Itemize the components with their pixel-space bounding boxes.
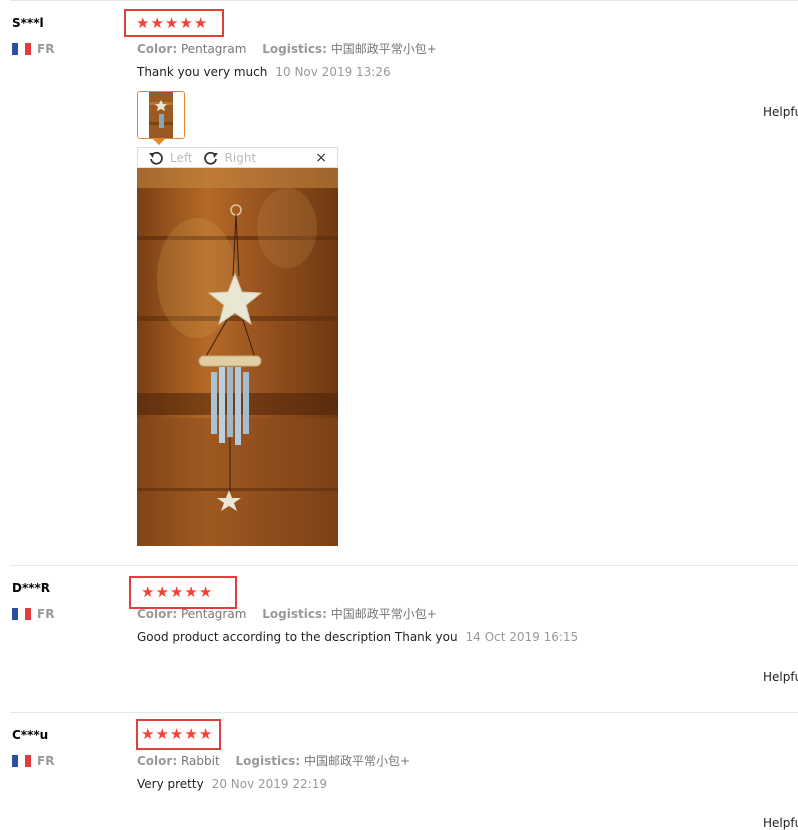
country-code: FR bbox=[37, 754, 55, 768]
review-attributes: Color: Pentagram Logistics: 中国邮政平常小包+ bbox=[137, 605, 449, 622]
review-comment: Thank you very much 10 Nov 2019 13:26 bbox=[137, 65, 391, 79]
logistics-label: Logistics: bbox=[235, 754, 301, 768]
star-icon: ★ bbox=[184, 583, 198, 601]
star-icon: ★ bbox=[141, 725, 155, 743]
review-photo-enlarged bbox=[137, 168, 338, 546]
star-icon: ★ bbox=[150, 13, 164, 32]
review-separator bbox=[10, 565, 798, 566]
reviewer-country: FR bbox=[12, 42, 54, 56]
country-code: FR bbox=[37, 607, 55, 621]
close-icon[interactable]: × bbox=[315, 150, 327, 166]
logistics-label: Logistics: bbox=[262, 607, 327, 621]
reviewer-name: S***l bbox=[12, 16, 44, 30]
rotate-right-button[interactable]: Right bbox=[203, 150, 257, 166]
star-icon: ★ bbox=[141, 583, 155, 601]
star-icon: ★ bbox=[198, 583, 213, 601]
review-date: 14 Oct 2019 16:15 bbox=[465, 630, 579, 644]
rotate-left-icon bbox=[149, 151, 163, 165]
comment-text: Very pretty bbox=[137, 777, 204, 791]
rotate-right-icon bbox=[203, 151, 218, 165]
review-attributes: Color: Rabbit Logistics: 中国邮政平常小包+ bbox=[137, 752, 422, 769]
review-photo-thumbnail[interactable] bbox=[137, 91, 185, 139]
star-icon: ★ bbox=[184, 725, 198, 743]
flag-fr-icon bbox=[12, 755, 31, 767]
color-value: Rabbit bbox=[180, 754, 220, 768]
reviewer-name: D***R bbox=[12, 581, 51, 595]
rotate-left-button[interactable]: Left bbox=[148, 150, 193, 166]
reviewer-country: FR bbox=[12, 607, 54, 621]
review-comment: Very pretty 20 Nov 2019 22:19 bbox=[137, 777, 327, 791]
star-icon: ★ bbox=[136, 13, 150, 32]
review-date: 20 Nov 2019 22:19 bbox=[211, 777, 327, 791]
logistics-value: 中国邮政平常小包+ bbox=[330, 42, 437, 56]
review-separator bbox=[10, 0, 798, 1]
country-code: FR bbox=[37, 42, 55, 56]
image-viewer-toolbar: Left Right × bbox=[137, 147, 338, 168]
star-icon: ★ bbox=[198, 725, 213, 743]
review-comment: Good product according to the descriptio… bbox=[137, 630, 578, 644]
reviewer-country: FR bbox=[12, 754, 54, 768]
review-attributes: Color: Pentagram Logistics: 中国邮政平常小包+ bbox=[137, 40, 449, 57]
logistics-value: 中国邮政平常小包+ bbox=[330, 607, 437, 621]
helpful-button[interactable]: Helpfu bbox=[763, 670, 798, 684]
star-icon: ★ bbox=[169, 725, 184, 743]
star-icon: ★ bbox=[155, 583, 169, 601]
color-value: Pentagram bbox=[180, 42, 247, 56]
reviewer-name: C***u bbox=[12, 728, 49, 742]
comment-text: Thank you very much bbox=[137, 65, 268, 79]
flag-fr-icon bbox=[12, 608, 31, 620]
comment-text: Good product according to the descriptio… bbox=[137, 630, 458, 644]
thumbnail-pointer bbox=[153, 139, 165, 145]
star-rating: ★ ★ ★ ★ ★ bbox=[136, 719, 221, 750]
rotate-left-label: Left bbox=[170, 150, 193, 165]
flag-fr-icon bbox=[12, 43, 31, 55]
logistics-label: Logistics: bbox=[262, 42, 327, 56]
color-label: Color: bbox=[137, 607, 178, 621]
logistics-value: 中国邮政平常小包+ bbox=[303, 754, 411, 768]
color-value: Pentagram bbox=[180, 607, 247, 621]
star-icon: ★ bbox=[193, 13, 208, 32]
review-separator bbox=[10, 712, 798, 713]
star-icon: ★ bbox=[164, 13, 179, 32]
helpful-button[interactable]: Helpfu bbox=[763, 105, 798, 119]
color-label: Color: bbox=[137, 754, 178, 768]
color-label: Color: bbox=[137, 42, 178, 56]
star-icon: ★ bbox=[179, 13, 193, 32]
review-date: 10 Nov 2019 13:26 bbox=[275, 65, 391, 79]
helpful-button[interactable]: Helpfu bbox=[763, 816, 798, 830]
star-icon: ★ bbox=[155, 725, 169, 743]
rotate-right-label: Right bbox=[224, 150, 257, 165]
star-icon: ★ bbox=[169, 583, 184, 601]
star-rating: ★ ★ ★ ★ ★ bbox=[124, 9, 224, 37]
